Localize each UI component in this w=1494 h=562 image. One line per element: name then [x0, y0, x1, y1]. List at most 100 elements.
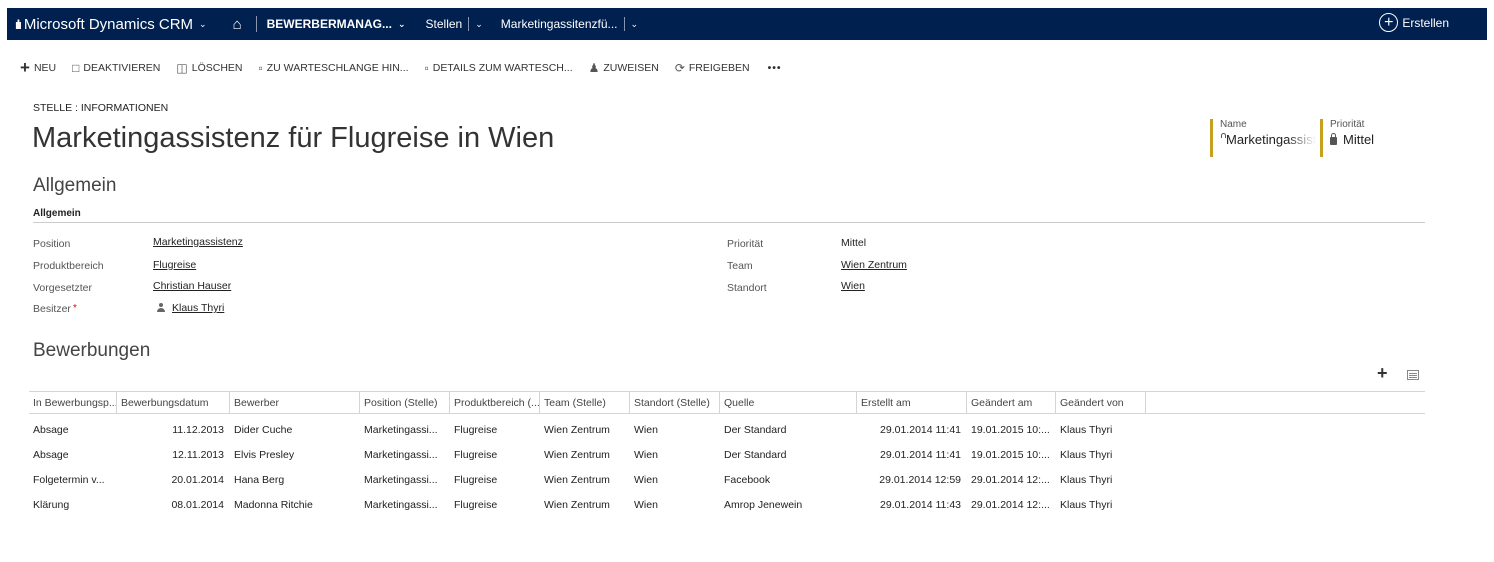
table-cell: 29.01.2014 12:...: [971, 499, 1050, 511]
delete-button[interactable]: ◫ LÖSCHEN: [176, 61, 242, 75]
queue-details-button[interactable]: ▫ DETAILS ZUM WARTESCH...: [425, 61, 573, 75]
column-header[interactable]: Produktbereich (...: [450, 392, 540, 414]
field-value-product-area[interactable]: Flugreise: [153, 259, 196, 271]
field-label-product-area: Produktbereich: [33, 260, 104, 272]
chevron-down-icon[interactable]: ⌄: [631, 19, 639, 30]
field-value-team[interactable]: Wien Zentrum: [841, 259, 907, 271]
column-header[interactable]: Standort (Stelle): [630, 392, 720, 414]
table-cell: Absage: [33, 424, 69, 436]
header-field-label: Name: [1220, 119, 1247, 130]
nav-separator: [468, 17, 470, 31]
field-value-location[interactable]: Wien: [841, 280, 865, 292]
column-header[interactable]: Erstellt am: [857, 392, 967, 414]
table-cell: Klaus Thyri: [1060, 449, 1113, 461]
table-cell: Marketingassi...: [364, 449, 438, 461]
app-name: Microsoft Dynamics CRM: [23, 15, 194, 33]
table-cell: 29.01.2014 11:41: [880, 424, 961, 436]
queue-add-icon: ▫: [258, 61, 263, 75]
field-value-owner[interactable]: Klaus Thyri: [156, 302, 224, 314]
table-cell: Der Standard: [724, 449, 787, 461]
table-cell: Elvis Presley: [234, 449, 295, 461]
add-to-queue-button[interactable]: ▫ ZU WARTESCHLANGE HIN...: [259, 61, 409, 75]
new-button[interactable]: + NEU: [20, 58, 56, 78]
table-cell: Klaus Thyri: [1060, 424, 1113, 436]
table-cell: Wien Zentrum: [544, 499, 610, 511]
table-row[interactable]: Absage 11.12.2013 Dider Cuche Marketingassi…: [29, 418, 1425, 443]
table-cell: Marketingassi...: [364, 474, 438, 486]
table-cell: 29.01.2014 12:...: [971, 474, 1050, 486]
grid-header: In Bewerbungsp... Bewerbungsdatum Bewerber…: [29, 391, 1425, 414]
field-label-location: Standort: [727, 282, 767, 294]
chevron-down-icon[interactable]: ⌄: [475, 19, 483, 30]
nav-separator: [255, 16, 257, 32]
delete-icon: ◫: [176, 61, 188, 75]
lock-icon: [1330, 133, 1337, 145]
column-header[interactable]: Geändert am: [967, 392, 1056, 414]
create-button[interactable]: + Erstellen: [1379, 13, 1449, 32]
tab-general-title[interactable]: Allgemein: [33, 175, 116, 197]
column-header[interactable]: In Bewerbungsp...: [29, 392, 117, 414]
field-value-owner-text[interactable]: Klaus Thyri: [172, 302, 224, 314]
table-cell: 12.11.2013: [172, 449, 224, 461]
table-cell: Folgetermin v...: [33, 474, 105, 486]
nav-record-label: Marketingassitenzfü...: [500, 17, 618, 31]
queue-details-label: DETAILS ZUM WARTESCH...: [432, 62, 573, 74]
nav-area[interactable]: BEWERBERMANAG... ⌄: [267, 17, 406, 31]
field-label-owner: Besitzer *: [33, 303, 77, 315]
field-label-supervisor: Vorgesetzter: [33, 282, 92, 294]
header-field-value: Marketingassistenz: [1220, 132, 1316, 147]
table-row[interactable]: Absage 12.11.2013 Elvis Presley Marketingas…: [29, 443, 1425, 468]
add-to-queue-label: ZU WARTESCHLANGE HIN...: [266, 62, 409, 74]
share-icon: ⟳: [674, 61, 685, 75]
table-cell: Dider Cuche: [234, 424, 293, 436]
delete-button-label: LÖSCHEN: [191, 62, 243, 74]
table-cell: 11.12.2013: [172, 424, 224, 436]
assign-button[interactable]: ♟ ZUWEISEN: [589, 61, 659, 75]
add-record-button[interactable]: +: [1377, 364, 1388, 382]
table-cell: Klaus Thyri: [1060, 474, 1113, 486]
column-header[interactable]: Geändert von: [1056, 392, 1146, 414]
page-title: Marketingassistenz für Flugreise in Wien: [32, 122, 555, 154]
table-row[interactable]: Klärung 08.01.2014 Madonna Ritchie Marketin…: [29, 493, 1425, 518]
table-cell: Absage: [33, 449, 69, 461]
column-header[interactable]: Bewerber: [230, 392, 360, 414]
deactivate-button[interactable]: □ DEAKTIVIEREN: [72, 61, 160, 75]
table-cell: Wien: [634, 424, 658, 436]
more-commands-button[interactable]: •••: [768, 62, 782, 74]
field-value-position[interactable]: Marketingassistenz: [153, 236, 243, 248]
share-button[interactable]: ⟳ FREIGEBEN: [675, 61, 750, 75]
more-commands-label: •••: [767, 62, 782, 74]
nav-entity[interactable]: Stellen ⌄: [426, 17, 483, 31]
table-row[interactable]: Folgetermin v... 20.01.2014 Hana Berg Marke…: [29, 468, 1425, 493]
table-cell: Flugreise: [454, 499, 498, 511]
column-header[interactable]: Quelle: [720, 392, 857, 414]
table-cell: 29.01.2014 12:59: [879, 474, 961, 486]
table-cell: 20.01.2014: [171, 474, 224, 486]
view-icon[interactable]: [1407, 370, 1419, 380]
table-cell: Facebook: [724, 474, 771, 486]
assign-icon: ♟: [588, 61, 600, 75]
home-icon[interactable]: ⌂: [233, 16, 242, 33]
deactivate-button-label: DEAKTIVIEREN: [83, 62, 161, 74]
table-cell: Der Standard: [724, 424, 787, 436]
column-header[interactable]: Team (Stelle): [540, 392, 630, 414]
column-header[interactable]: Bewerbungsdatum: [117, 392, 230, 414]
nav-record[interactable]: Marketingassitenzfü... ⌄: [501, 17, 638, 31]
user-icon: [156, 303, 165, 312]
app-switcher[interactable]: ılı Microsoft Dynamics CRM ⌄: [7, 16, 207, 33]
table-cell: Wien: [634, 499, 658, 511]
table-cell: 08.01.2014: [171, 499, 224, 511]
queue-details-icon: ▫: [424, 61, 429, 75]
column-header[interactable]: Position (Stelle): [360, 392, 450, 414]
table-cell: Marketingassi...: [364, 424, 438, 436]
applications-grid: In Bewerbungsp... Bewerbungsdatum Bewerber…: [29, 391, 1425, 518]
table-cell: Flugreise: [454, 424, 498, 436]
table-cell: Wien Zentrum: [544, 449, 610, 461]
nav-entity-label: Stellen: [425, 17, 463, 31]
new-button-label: NEU: [33, 62, 57, 74]
section-general-title: Allgemein: [33, 208, 1425, 223]
field-value-priority[interactable]: Mittel: [841, 237, 866, 249]
field-value-supervisor[interactable]: Christian Hauser: [153, 280, 231, 292]
chevron-down-icon: ⌄: [397, 18, 406, 29]
table-cell: 19.01.2015 10:...: [971, 449, 1050, 461]
